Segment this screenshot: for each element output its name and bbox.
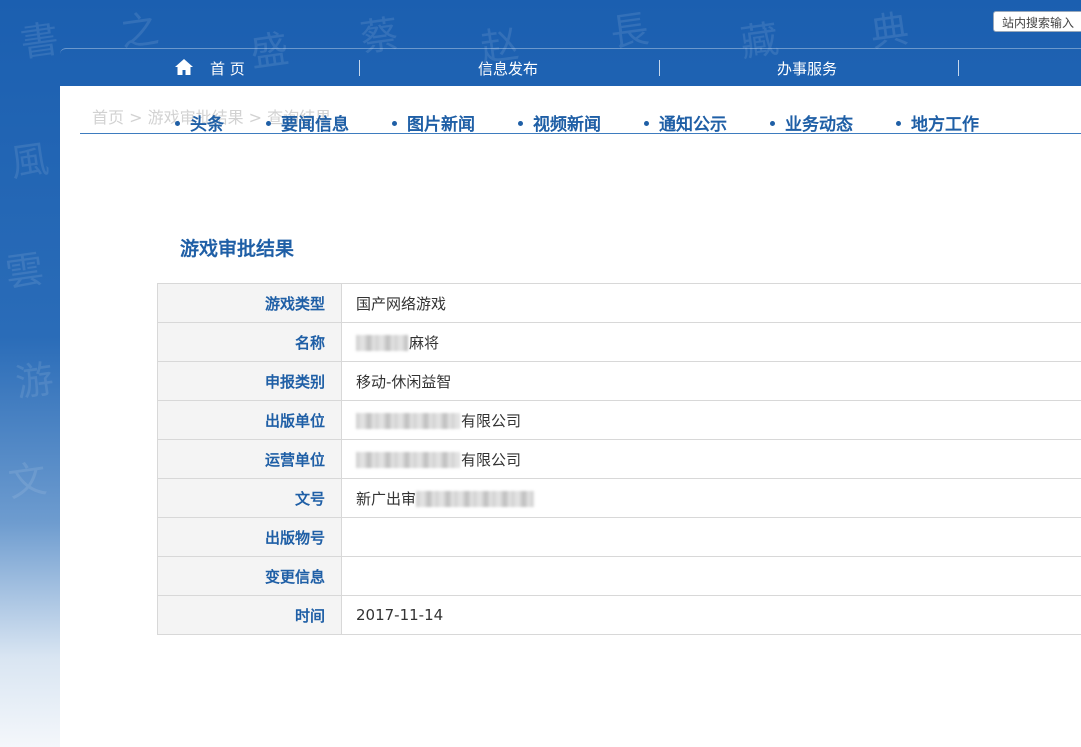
row-value-text: 有限公司	[461, 450, 522, 469]
row-value: 有限公司	[341, 439, 1081, 479]
content-panel: 首页 > 游戏审批结果 > 查询结果 头条 要闻信息 图片新闻 视频新闻 通知公…	[60, 86, 1081, 747]
row-value-text: 有限公司	[461, 411, 522, 430]
main-nav: 首 页 信息发布 办事服务	[60, 48, 1081, 86]
row-value-text: 新广出审	[356, 489, 417, 508]
row-label: 变更信息	[157, 556, 342, 596]
row-value: 移动-休闲益智	[341, 361, 1081, 401]
row-label: 文号	[157, 478, 342, 518]
row-label: 名称	[157, 322, 342, 362]
row-label: 运营单位	[157, 439, 342, 479]
bullet-icon	[518, 120, 523, 126]
subnav-item-headline[interactable]: 头条	[175, 110, 224, 135]
table-row: 出版单位 有限公司	[157, 400, 1081, 440]
row-value	[341, 517, 1081, 557]
result-table: 游戏类型 国产网络游戏 名称 麻将 申报类别 移动-休闲益智 出版单位 有限公司…	[157, 283, 1081, 635]
sub-nav: 头条 要闻信息 图片新闻 视频新闻 通知公示 业务动态 地方工作	[80, 86, 1081, 135]
nav-separator	[659, 60, 660, 76]
bullet-icon	[644, 120, 649, 126]
table-row: 出版物号	[157, 517, 1081, 557]
row-label: 时间	[157, 595, 342, 635]
nav-separator	[359, 60, 360, 76]
bullet-icon	[392, 120, 397, 126]
row-value-text: 麻将	[409, 333, 440, 352]
row-value: 麻将	[341, 322, 1081, 362]
table-row: 名称 麻将	[157, 322, 1081, 362]
subnav-item-business[interactable]: 业务动态	[770, 110, 853, 135]
table-row: 时间 2017-11-14	[157, 595, 1081, 635]
nav-item-services[interactable]: 办事服务	[777, 58, 837, 79]
row-value	[341, 556, 1081, 596]
nav-item-info-release[interactable]: 信息发布	[478, 58, 538, 79]
row-value: 新广出审	[341, 478, 1081, 518]
subnav-item-news[interactable]: 要闻信息	[266, 110, 349, 135]
subnav-item-photo-news[interactable]: 图片新闻	[392, 110, 475, 135]
table-row: 文号 新广出审	[157, 478, 1081, 518]
redacted-text	[356, 335, 408, 351]
subnav-item-notices[interactable]: 通知公示	[644, 110, 727, 135]
table-row: 游戏类型 国产网络游戏	[157, 283, 1081, 323]
subnav-item-video-news[interactable]: 视频新闻	[518, 110, 601, 135]
redacted-text	[356, 452, 460, 468]
redacted-text	[356, 413, 460, 429]
row-value: 国产网络游戏	[341, 283, 1081, 323]
subnav-item-local-work[interactable]: 地方工作	[896, 110, 979, 135]
row-label: 出版物号	[157, 517, 342, 557]
bullet-icon	[770, 120, 775, 126]
row-value: 2017-11-14	[341, 595, 1081, 635]
bullet-icon	[896, 120, 901, 126]
row-label: 游戏类型	[157, 283, 342, 323]
nav-separator	[958, 60, 959, 76]
home-icon[interactable]	[174, 58, 194, 76]
bullet-icon	[266, 120, 271, 126]
page-title: 游戏审批结果	[180, 238, 295, 260]
table-row: 运营单位 有限公司	[157, 439, 1081, 479]
row-label: 出版单位	[157, 400, 342, 440]
nav-item-home[interactable]: 首 页	[210, 58, 245, 79]
table-row: 申报类别 移动-休闲益智	[157, 361, 1081, 401]
bullet-icon	[175, 120, 180, 126]
row-value: 有限公司	[341, 400, 1081, 440]
redacted-text	[416, 491, 535, 507]
search-input[interactable]: 站内搜索输入	[993, 11, 1081, 32]
row-label: 申报类别	[157, 361, 342, 401]
table-row: 变更信息	[157, 556, 1081, 596]
